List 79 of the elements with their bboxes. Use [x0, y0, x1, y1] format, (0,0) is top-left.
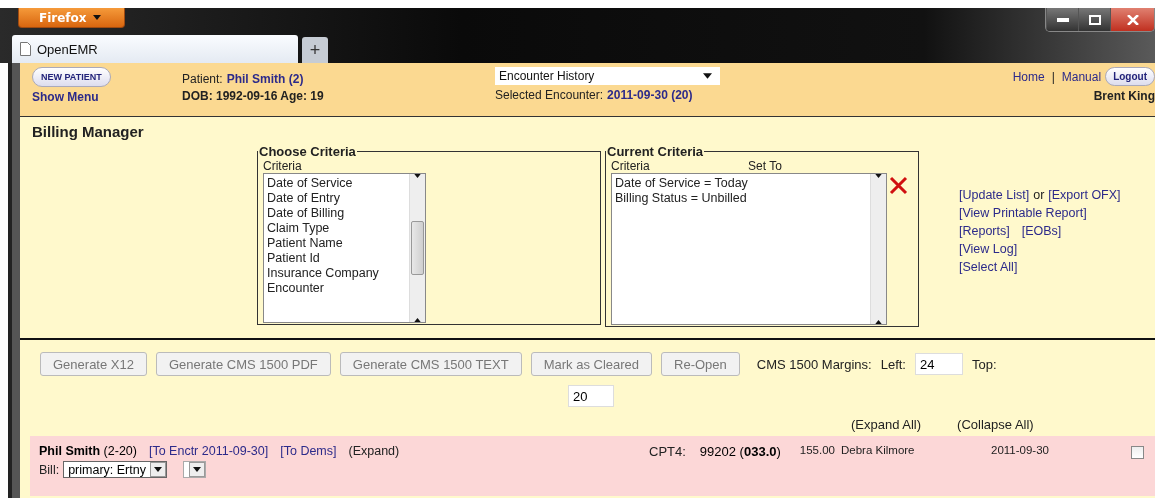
criteria-list[interactable]: Date of Service Date of Entry Date of Billing Claim Type Patient Name Patient Id Insurance Company Encounter	[263, 173, 426, 323]
expand-link[interactable]: (Expand)	[348, 444, 400, 458]
link-separator: |	[1050, 69, 1056, 84]
column-label: Criteria	[263, 159, 303, 173]
criteria-option[interactable]: Date of Billing	[267, 206, 406, 221]
header-link[interactable]: Home	[1012, 69, 1045, 84]
action-link[interactable]: [EOBs]	[1021, 224, 1062, 238]
caret-icon	[153, 467, 162, 472]
header-link[interactable]: Manual	[1061, 69, 1102, 84]
current-criteria-list[interactable]: Date of Service = Today Billing Status = Unbilled	[611, 173, 887, 325]
provider-text: Debra Kilmore	[841, 444, 916, 458]
maximize-button[interactable]	[1078, 8, 1110, 31]
bill-label: Bill:	[39, 462, 60, 477]
scrollbar[interactable]	[870, 174, 886, 324]
left-margin-field[interactable]: 24	[914, 353, 963, 375]
code-text: 99202 (033.0)	[699, 444, 781, 459]
maximize-icon	[1088, 14, 1101, 25]
caret-icon	[192, 467, 201, 472]
close-icon	[1126, 14, 1139, 25]
criteria-option[interactable]: Patient Name	[267, 236, 406, 251]
selected-encounter-link[interactable]: 2011-09-30 (20)	[607, 88, 693, 102]
page-icon	[20, 42, 31, 56]
encounter-select[interactable]: Encounter History	[495, 67, 720, 85]
criteria-option[interactable]: Date of Service	[267, 176, 406, 191]
action-link[interactable]: [View Printable Report]	[959, 206, 1087, 220]
expand-all-link[interactable]: (Expand All)	[851, 417, 922, 432]
top-margin-field[interactable]: 20	[568, 385, 614, 407]
patient-encounter-text: Phil Smith (2-20)	[39, 444, 137, 458]
dob-age-text: DOB: 1992-09-16 Age: 19	[182, 89, 325, 103]
criteria-option[interactable]: Date of Entry	[267, 191, 406, 206]
close-button[interactable]	[1110, 8, 1154, 31]
logout-button[interactable]: Logout	[1105, 67, 1155, 86]
delete-icon[interactable]	[889, 176, 908, 195]
column-label: Criteria	[611, 159, 651, 173]
caret-icon	[414, 174, 421, 178]
action-link[interactable]: [Update List]	[959, 188, 1030, 202]
top-label: Top:	[971, 356, 997, 372]
criteria-option[interactable]: Insurance Company	[267, 266, 406, 281]
criteria-entry[interactable]: Date of Service = Today	[615, 176, 867, 191]
criteria-option[interactable]: Claim Type	[267, 221, 406, 236]
caret-icon	[703, 73, 712, 79]
user-name: Brent King	[1093, 89, 1155, 103]
date-text: 2011-09-30	[991, 444, 1050, 456]
action-link[interactable]: [View Log]	[959, 242, 1018, 256]
claim-checkbox[interactable]	[1131, 446, 1144, 459]
collapse-all-link[interactable]: (Collapse All)	[957, 417, 1034, 432]
scrollbar[interactable]	[409, 174, 425, 322]
encounter-link[interactable]: [To Enctr 2011-09-30]	[148, 444, 269, 458]
panel-legend: Current Criteria	[606, 144, 705, 159]
minimize-button[interactable]	[1046, 8, 1078, 31]
criteria-entry[interactable]: Billing Status = Unbilled	[615, 191, 867, 206]
secondary-select[interactable]	[182, 461, 206, 478]
action-link[interactable]: [Reports]	[959, 224, 1010, 238]
caret-icon	[875, 174, 882, 178]
caret-icon	[92, 15, 101, 20]
bill-select[interactable]: primary: Ertny	[63, 461, 167, 478]
column-label: Set To	[748, 159, 782, 173]
or-text: or	[1033, 188, 1045, 202]
criteria-option[interactable]: Encounter	[267, 281, 406, 296]
code-type-text: CPT4:	[649, 444, 686, 459]
browser-tab[interactable]: OpenEMR	[12, 35, 298, 63]
caret-icon	[875, 320, 882, 324]
new-tab-button[interactable]: +	[302, 37, 328, 63]
action-link[interactable]: [Select All]	[959, 260, 1018, 274]
action-link[interactable]: [Export OFX]	[1048, 188, 1121, 202]
page-title: Billing Manager	[32, 123, 145, 140]
caret-icon	[414, 318, 421, 322]
panel-legend: Choose Criteria	[258, 144, 357, 159]
patient-name-link[interactable]: Phil Smith (2)	[226, 72, 304, 86]
amount-text: 155.00	[799, 444, 836, 458]
new-patient-button[interactable]: NEW PATIENT	[32, 67, 111, 87]
minimize-icon	[1056, 17, 1069, 22]
demographics-link[interactable]: [To Dems]	[280, 444, 337, 458]
margins-label: CMS 1500 Margins:	[756, 356, 872, 372]
show-menu-link[interactable]: Show Menu	[32, 90, 182, 104]
criteria-option[interactable]: Patient Id	[267, 251, 406, 266]
selected-encounter-label: Selected Encounter:	[495, 88, 604, 102]
patient-label: Patient:	[182, 72, 223, 86]
left-label: Left:	[880, 356, 906, 372]
